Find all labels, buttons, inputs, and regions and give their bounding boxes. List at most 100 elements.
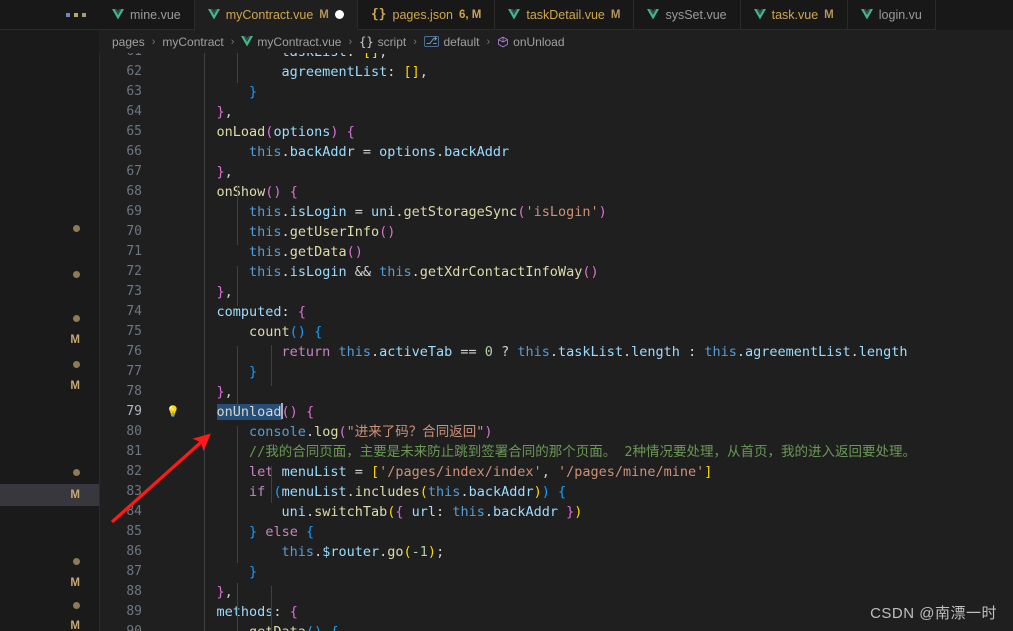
open-editor-marker[interactable]: M bbox=[0, 484, 99, 506]
code-line[interactable]: let menuList = ['/pages/index/index', '/… bbox=[184, 462, 712, 482]
indent-guide bbox=[271, 586, 272, 631]
code-line[interactable]: }, bbox=[184, 382, 233, 402]
code-line[interactable]: }, bbox=[184, 582, 233, 602]
breadcrumb-item-mycontract[interactable]: myContract bbox=[160, 35, 225, 49]
code-line[interactable]: } bbox=[184, 82, 257, 102]
code-line[interactable]: console.log("进来了码？合同返回") bbox=[184, 422, 492, 442]
code-content[interactable]: taskList: [], agreementList: [], } }, on… bbox=[184, 53, 1013, 631]
code-token: backAddr bbox=[468, 484, 534, 500]
open-editor-marker[interactable]: M bbox=[0, 375, 99, 397]
code-token: . bbox=[436, 144, 445, 160]
code-line[interactable]: } bbox=[184, 562, 257, 582]
breadcrumb-item-script[interactable]: {} script bbox=[357, 35, 408, 49]
code-line[interactable]: this.$router.go(-1); bbox=[184, 542, 445, 562]
code-token: onUnload bbox=[216, 404, 282, 420]
open-editor-marker[interactable] bbox=[0, 461, 99, 483]
editor-tab-mycontract-vue[interactable]: myContract.vue M bbox=[194, 0, 358, 30]
code-line[interactable]: } bbox=[184, 362, 257, 382]
code-line[interactable]: onShow() { bbox=[184, 182, 298, 202]
code-line[interactable]: return this.activeTab == 0 ? this.taskLi… bbox=[184, 342, 908, 362]
code-token: 0 bbox=[484, 344, 493, 360]
code-line[interactable]: }, bbox=[184, 102, 233, 122]
code-line[interactable]: //我的合同页面，主要是未来防止跳到签署合同的那个页面。 2种情况要处理，从首页… bbox=[184, 442, 916, 462]
code-token: includes bbox=[354, 484, 420, 500]
breadcrumb-item-mycontract-vue[interactable]: myContract.vue bbox=[239, 35, 343, 49]
code-token: } bbox=[249, 524, 258, 540]
code-token: [ bbox=[370, 464, 380, 480]
code-line[interactable]: }, bbox=[184, 162, 233, 182]
open-editor-marker[interactable] bbox=[0, 594, 99, 616]
vue-icon bbox=[207, 9, 220, 20]
code-token: , bbox=[224, 104, 233, 120]
code-token: this bbox=[249, 204, 282, 220]
code-line[interactable]: getData() { bbox=[184, 622, 338, 631]
vue-icon bbox=[508, 9, 521, 20]
editor-tab-login-vu[interactable]: login.vu bbox=[847, 0, 936, 30]
editor-tab-task-vue[interactable]: task.vue M bbox=[740, 0, 848, 30]
open-editor-marker[interactable]: M bbox=[0, 615, 99, 631]
vue-icon bbox=[753, 9, 766, 20]
breadcrumb-item-pages[interactable]: pages bbox=[110, 35, 147, 49]
open-editors-panel[interactable]: M M M M M bbox=[0, 53, 100, 631]
line-number: 66 bbox=[126, 144, 142, 159]
code-line[interactable]: agreementList: [], bbox=[184, 62, 428, 82]
code-line[interactable]: this.backAddr = options.backAddr bbox=[184, 142, 509, 162]
code-line[interactable]: methods: { bbox=[184, 602, 298, 622]
code-editor[interactable]: 61 62 63 64 65 66 67 68 69 70 71 72 73 74 75 76 77 78 79 💡 8… bbox=[100, 53, 1013, 631]
code-token: } bbox=[216, 164, 225, 180]
tab-dirty-indicator[interactable] bbox=[334, 10, 344, 19]
code-token: 'isLogin' bbox=[525, 204, 599, 220]
breadcrumb-item-onunload[interactable]: onUnload bbox=[495, 35, 566, 49]
code-line[interactable]: this.getData() bbox=[184, 242, 363, 262]
code-line[interactable]: this.isLogin = uni.getStorageSync('isLog… bbox=[184, 202, 607, 222]
code-token: ) bbox=[574, 504, 583, 520]
open-editor-marker[interactable] bbox=[0, 353, 99, 375]
code-line[interactable]: taskList: [], bbox=[184, 53, 388, 62]
editor-tab-sysset-vue[interactable]: sysSet.vue bbox=[634, 0, 741, 30]
code-line[interactable]: computed: { bbox=[184, 302, 306, 322]
code-token: ) bbox=[533, 484, 542, 500]
open-editor-marker[interactable]: M bbox=[0, 572, 99, 594]
line-number: 83 bbox=[126, 484, 142, 499]
lightbulb-icon[interactable]: 💡 bbox=[166, 405, 180, 419]
open-editor-marker[interactable] bbox=[0, 307, 99, 329]
open-editor-marker[interactable] bbox=[0, 263, 99, 285]
more-dots-icon[interactable] bbox=[66, 12, 88, 18]
code-token: . bbox=[305, 424, 315, 440]
open-editor-marker[interactable] bbox=[0, 550, 99, 572]
code-token: () bbox=[379, 224, 396, 240]
code-token: = bbox=[346, 464, 371, 480]
editor-tab-taskdetail-vue[interactable]: taskDetail.vue M bbox=[495, 0, 635, 30]
indent-guide bbox=[204, 163, 205, 631]
editor-area: M M M M M 61 62 63 64 65 66 67 68 69 70 71 72 73 74 75 76 77… bbox=[0, 53, 1013, 631]
code-line[interactable]: onLoad(options) { bbox=[184, 122, 355, 142]
modified-marker: M bbox=[70, 489, 80, 501]
code-token: taskList bbox=[282, 53, 347, 60]
code-token: . bbox=[281, 224, 290, 240]
editor-tab-mine-vue[interactable]: mine.vue bbox=[99, 0, 195, 30]
editor-tab-pages-json[interactable]: {} pages.json 6, M bbox=[357, 0, 496, 30]
code-token: getUserInfo bbox=[289, 224, 380, 240]
breadcrumb-item-default[interactable]: ⎇ default bbox=[422, 35, 482, 49]
code-line[interactable]: if (menuList.includes(this.backAddr)) { bbox=[184, 482, 566, 502]
code-line[interactable]: }, bbox=[184, 282, 233, 302]
code-token: this bbox=[249, 144, 282, 160]
code-token: , bbox=[224, 284, 233, 300]
tab-modified-flag: M bbox=[610, 8, 621, 21]
method-icon bbox=[498, 36, 509, 47]
code-token: length bbox=[858, 344, 908, 360]
open-editor-marker[interactable] bbox=[0, 217, 99, 239]
code-line[interactable]: this.getUserInfo() bbox=[184, 222, 395, 242]
code-line[interactable]: this.isLogin && this.getXdrContactInfoWa… bbox=[184, 262, 599, 282]
code-token: { bbox=[330, 624, 338, 631]
breadcrumb-label: onUnload bbox=[513, 34, 565, 49]
open-editor-marker[interactable]: M bbox=[0, 329, 99, 351]
code-line[interactable]: uni.switchTab({ url: this.backAddr }) bbox=[184, 502, 583, 522]
line-number: 69 bbox=[126, 204, 142, 219]
code-token: : bbox=[281, 304, 298, 320]
